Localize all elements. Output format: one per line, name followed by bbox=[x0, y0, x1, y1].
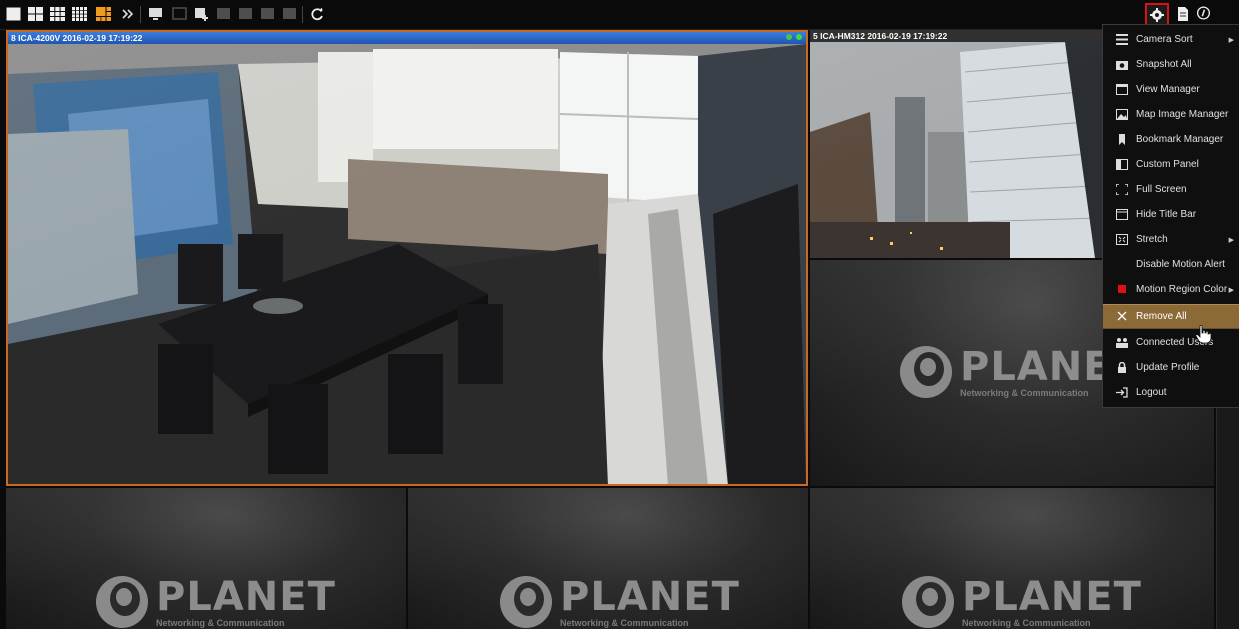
toolbar bbox=[0, 0, 1239, 30]
menu-item-logout[interactable]: Logout bbox=[1103, 380, 1239, 405]
status-dot-icon bbox=[796, 34, 802, 40]
layout-1x1-icon[interactable] bbox=[6, 7, 21, 21]
lock-icon bbox=[1111, 361, 1133, 374]
stretch-icon bbox=[1111, 233, 1133, 246]
layout-3x3-icon[interactable] bbox=[50, 7, 65, 21]
camera-icon bbox=[1111, 58, 1133, 71]
color-square-icon bbox=[1111, 283, 1133, 296]
close-icon bbox=[1111, 310, 1133, 323]
menu-item-full-screen[interactable]: Full Screen bbox=[1103, 177, 1239, 202]
menu-item-view-manager[interactable]: View Manager bbox=[1103, 77, 1239, 102]
panel-icon bbox=[1111, 158, 1133, 171]
menu-item-stretch[interactable]: Stretch ▶ bbox=[1103, 227, 1239, 252]
hand-cursor-icon bbox=[1195, 324, 1212, 348]
logo-tagline: Networking & Communication bbox=[156, 617, 285, 628]
menu-item-snapshot-all[interactable]: Snapshot All bbox=[1103, 52, 1239, 77]
disabled-edit-icon bbox=[216, 7, 231, 21]
camera-title: 8 ICA-4200V 2016-02-19 17:19:22 bbox=[11, 33, 143, 43]
disabled-delete-icon bbox=[260, 7, 275, 21]
planet-logo: PLANET Networking & Communication bbox=[96, 576, 336, 628]
refresh-icon[interactable] bbox=[310, 7, 325, 21]
menu-item-update-profile[interactable]: Update Profile bbox=[1103, 355, 1239, 380]
camera-cell-empty[interactable]: PLANET Networking & Communication bbox=[6, 488, 406, 629]
conference-room-feed bbox=[8, 44, 806, 484]
menu-item-custom-panel[interactable]: Custom Panel bbox=[1103, 152, 1239, 177]
status-dot-icon bbox=[786, 34, 792, 40]
layout-4x4-icon[interactable] bbox=[72, 7, 87, 21]
document-icon[interactable] bbox=[1175, 7, 1190, 21]
users-icon bbox=[1111, 336, 1133, 349]
planet-logo-icon bbox=[900, 346, 952, 398]
settings-menu: Camera Sort ▶ Snapshot All View Manager … bbox=[1102, 24, 1239, 408]
submenu-arrow-icon: ▶ bbox=[1228, 236, 1234, 244]
video-frame bbox=[8, 44, 806, 484]
list-icon bbox=[1111, 33, 1133, 46]
fullscreen-icon bbox=[1111, 183, 1133, 196]
menu-item-hide-title-bar[interactable]: Hide Title Bar bbox=[1103, 202, 1239, 227]
settings-icon bbox=[1150, 8, 1164, 22]
info-icon[interactable] bbox=[1196, 6, 1211, 20]
image-icon bbox=[1111, 108, 1133, 121]
planet-logo-icon bbox=[902, 576, 954, 628]
logo-name: PLANET bbox=[560, 573, 740, 620]
planet-logo: PLANET Networking & Communication bbox=[500, 576, 740, 628]
logo-tagline: Networking & Communication bbox=[962, 617, 1091, 628]
disabled-copy-icon bbox=[238, 7, 253, 21]
menu-item-connected-users[interactable]: Connected Users bbox=[1103, 330, 1239, 355]
window-icon bbox=[1111, 83, 1133, 96]
camera-grid: 8 ICA-4200V 2016-02-19 17:19:22 5 ICA-HM… bbox=[0, 30, 1239, 629]
more-icon[interactable] bbox=[120, 7, 135, 21]
camera-title: 5 ICA-HM312 2016-02-19 17:19:22 bbox=[813, 31, 948, 41]
submenu-arrow-icon: ▶ bbox=[1228, 286, 1234, 294]
menu-item-map-image-manager[interactable]: Map Image Manager bbox=[1103, 102, 1239, 127]
bookmark-icon bbox=[1111, 133, 1133, 146]
layout-1plus5-icon[interactable] bbox=[96, 7, 111, 21]
monitor-icon[interactable] bbox=[148, 7, 163, 21]
planet-logo-icon bbox=[96, 576, 148, 628]
disabled-view-icon bbox=[172, 7, 187, 21]
menu-item-camera-sort[interactable]: Camera Sort ▶ bbox=[1103, 27, 1239, 52]
logo-tagline: Networking & Communication bbox=[560, 617, 689, 628]
menu-item-disable-motion-alert[interactable]: Disable Motion Alert bbox=[1103, 252, 1239, 277]
logo-name: PLANET bbox=[156, 573, 336, 620]
planet-logo-icon bbox=[500, 576, 552, 628]
camera-cell-main[interactable]: 8 ICA-4200V 2016-02-19 17:19:22 bbox=[6, 30, 808, 486]
logo-name: PLANET bbox=[962, 573, 1142, 620]
camera-status bbox=[786, 34, 802, 40]
camera-cell-empty[interactable]: PLANET Networking & Communication bbox=[408, 488, 808, 629]
menu-item-bookmark-manager[interactable]: Bookmark Manager bbox=[1103, 127, 1239, 152]
camera-cell-empty[interactable]: PLANET Networking & Communication bbox=[810, 488, 1214, 629]
toolbar-divider bbox=[140, 6, 141, 23]
titlebar-icon bbox=[1111, 208, 1133, 221]
logout-icon bbox=[1111, 386, 1133, 399]
toolbar-divider bbox=[302, 6, 303, 23]
menu-item-motion-region-color[interactable]: Motion Region Color ▶ bbox=[1103, 277, 1239, 302]
add-view-icon[interactable] bbox=[194, 7, 209, 21]
planet-logo: PLANET Networking & Communication bbox=[902, 576, 1142, 628]
layout-2x2-icon[interactable] bbox=[28, 7, 43, 21]
camera-title-bar: 8 ICA-4200V 2016-02-19 17:19:22 bbox=[8, 32, 806, 44]
disabled-save-icon bbox=[282, 7, 297, 21]
submenu-arrow-icon: ▶ bbox=[1228, 36, 1234, 44]
menu-item-remove-all[interactable]: Remove All bbox=[1103, 304, 1239, 329]
